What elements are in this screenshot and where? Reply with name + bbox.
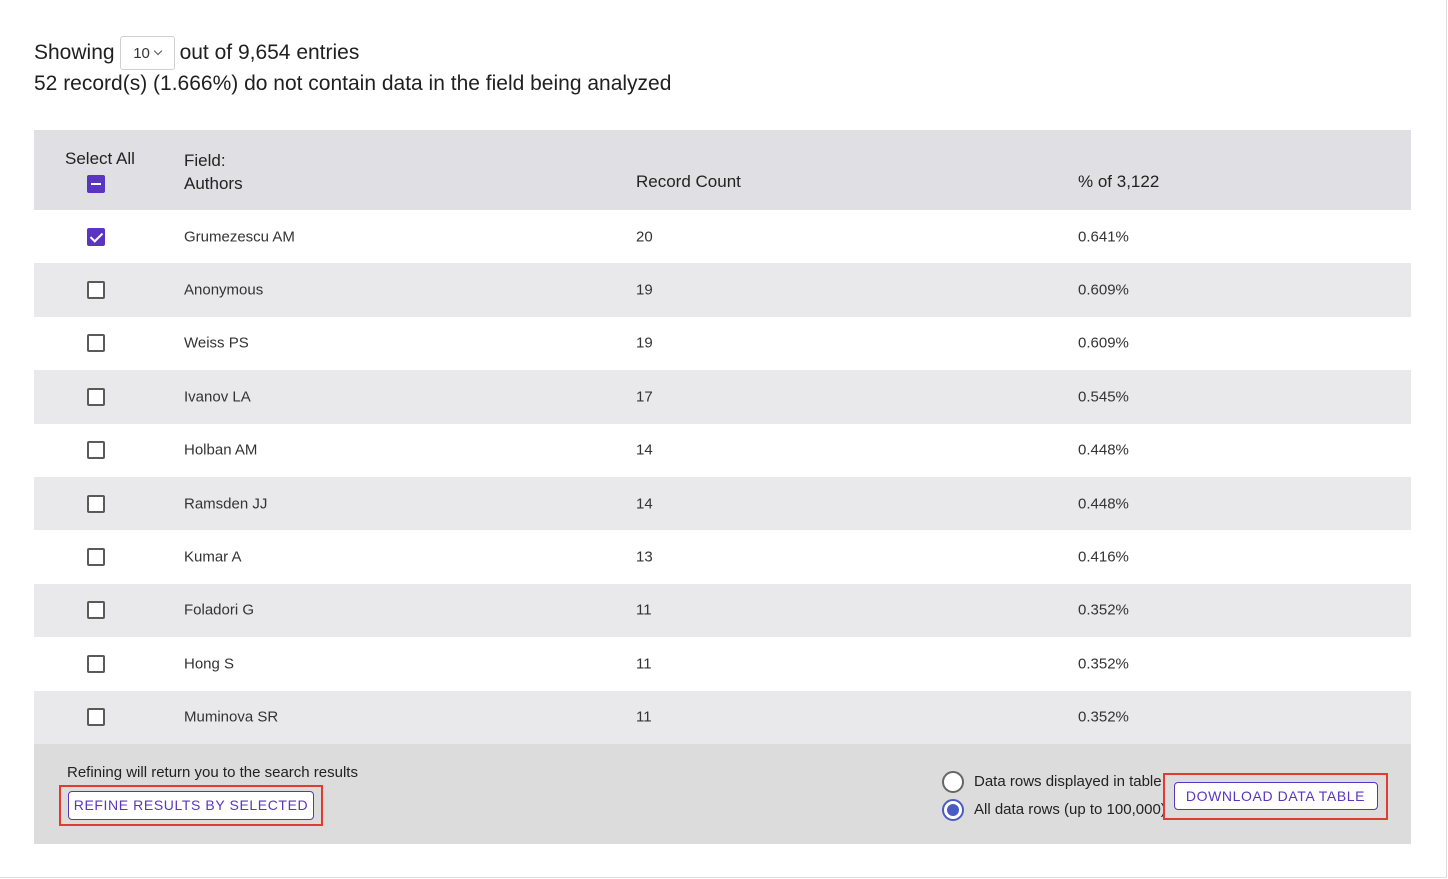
author-name: Holban AM <box>184 441 258 459</box>
author-name: Ivanov LA <box>184 388 251 406</box>
percent-header[interactable]: % of 3,122 <box>1078 172 1159 192</box>
field-header: Field: Authors <box>184 149 243 195</box>
download-highlight: DOWNLOAD DATA TABLE <box>1163 772 1388 820</box>
table-row: Holban AM 14 0.448% <box>34 424 1411 477</box>
author-name: Muminova SR <box>184 708 279 726</box>
field-name: Authors <box>184 174 243 193</box>
record-count: 11 <box>636 601 652 619</box>
record-percent: 0.641% <box>1078 228 1129 246</box>
record-percent: 0.416% <box>1078 548 1129 566</box>
checkbox-empty-icon[interactable] <box>87 601 105 620</box>
table-row: Foladori G 11 0.352% <box>34 583 1411 638</box>
table-header: Select All Field: Authors Record Count %… <box>34 130 1411 210</box>
radio-all-label: All data rows (up to 100,000) <box>974 801 1166 819</box>
record-percent: 0.352% <box>1078 655 1129 673</box>
table-footer: Refining will return you to the search r… <box>34 743 1411 844</box>
download-data-table-button[interactable]: DOWNLOAD DATA TABLE <box>1173 782 1378 811</box>
author-name: Grumezescu AM <box>184 228 295 246</box>
author-name: Ramsden JJ <box>184 495 268 513</box>
refine-highlight: REFINE RESULTS BY SELECTED <box>59 784 323 826</box>
author-name: Anonymous <box>184 281 264 299</box>
select-all-checkbox[interactable] <box>87 175 105 193</box>
record-count: 14 <box>636 441 653 459</box>
table-row: Weiss PS 19 0.609% <box>34 317 1411 370</box>
checkbox-empty-icon[interactable] <box>87 548 105 567</box>
record-count: 20 <box>636 228 653 246</box>
record-count: 17 <box>636 388 653 406</box>
record-percent: 0.609% <box>1078 334 1129 352</box>
record-count: 14 <box>636 495 653 513</box>
record-count: 13 <box>636 548 653 566</box>
checkbox-empty-icon[interactable] <box>87 334 105 353</box>
refine-note: Refining will return you to the search r… <box>67 763 358 781</box>
record-percent: 0.545% <box>1078 388 1129 406</box>
checkbox-empty-icon[interactable] <box>87 387 105 406</box>
author-name: Hong S <box>184 655 235 673</box>
checkbox-empty-icon[interactable] <box>87 654 105 673</box>
analysis-table: Select All Field: Authors Record Count %… <box>34 130 1411 844</box>
checkbox-empty-icon[interactable] <box>87 441 105 460</box>
table-row: Kumar A 13 0.416% <box>34 530 1411 583</box>
table-body: Grumezescu AM 20 0.641% Anonymous 19 0.6… <box>34 210 1411 744</box>
showing-label: Showing <box>34 41 115 64</box>
page-size-value: 10 <box>133 44 150 62</box>
table-row: Grumezescu AM 20 0.641% <box>34 210 1411 263</box>
record-percent: 0.352% <box>1078 708 1129 726</box>
entries-count: out of 9,654 entries <box>179 41 360 64</box>
page-size-select[interactable]: 10 <box>119 36 175 70</box>
record-count-header[interactable]: Record Count <box>636 172 741 192</box>
author-name: Weiss PS <box>184 334 249 352</box>
record-percent: 0.609% <box>1078 281 1129 299</box>
radio-displayed-label: Data rows displayed in table <box>974 773 1162 791</box>
table-row: Muminova SR 11 0.352% <box>34 690 1411 744</box>
checkbox-empty-icon[interactable] <box>87 708 105 727</box>
radio-all-rows[interactable]: All data rows (up to 100,000) <box>942 796 1166 824</box>
table-row: Ramsden JJ 14 0.448% <box>34 476 1411 531</box>
field-label: Field: <box>184 151 226 170</box>
checkbox-empty-icon[interactable] <box>87 494 105 513</box>
table-row: Anonymous 19 0.609% <box>34 263 1411 317</box>
author-name: Foladori G <box>184 601 255 619</box>
checkbox-empty-icon[interactable] <box>87 281 105 300</box>
showing-line: Showing 10 out of 9,654 entries <box>34 36 671 70</box>
results-summary: Showing 10 out of 9,654 entries 52 recor… <box>34 36 671 98</box>
radio-icon[interactable] <box>942 798 964 821</box>
missing-records-note: 52 record(s) (1.666%) do not contain dat… <box>34 72 672 95</box>
record-percent: 0.448% <box>1078 495 1129 513</box>
select-all-label: Select All <box>65 149 135 168</box>
record-count: 19 <box>636 281 653 299</box>
record-percent: 0.352% <box>1078 601 1129 619</box>
record-count: 11 <box>636 655 652 673</box>
record-count: 19 <box>636 334 653 352</box>
radio-icon[interactable] <box>942 770 964 793</box>
record-count: 11 <box>636 708 652 726</box>
author-name: Kumar A <box>184 548 242 566</box>
table-row: Ivanov LA 17 0.545% <box>34 370 1411 424</box>
download-scope-radio-group: Data rows displayed in table All data ro… <box>942 768 1166 824</box>
checkbox-checked-icon[interactable] <box>87 227 105 246</box>
radio-displayed-rows[interactable]: Data rows displayed in table <box>942 768 1166 796</box>
refine-results-button[interactable]: REFINE RESULTS BY SELECTED <box>68 790 314 820</box>
chevron-down-icon <box>153 46 163 56</box>
table-row: Hong S 11 0.352% <box>34 637 1411 690</box>
record-percent: 0.448% <box>1078 441 1129 459</box>
